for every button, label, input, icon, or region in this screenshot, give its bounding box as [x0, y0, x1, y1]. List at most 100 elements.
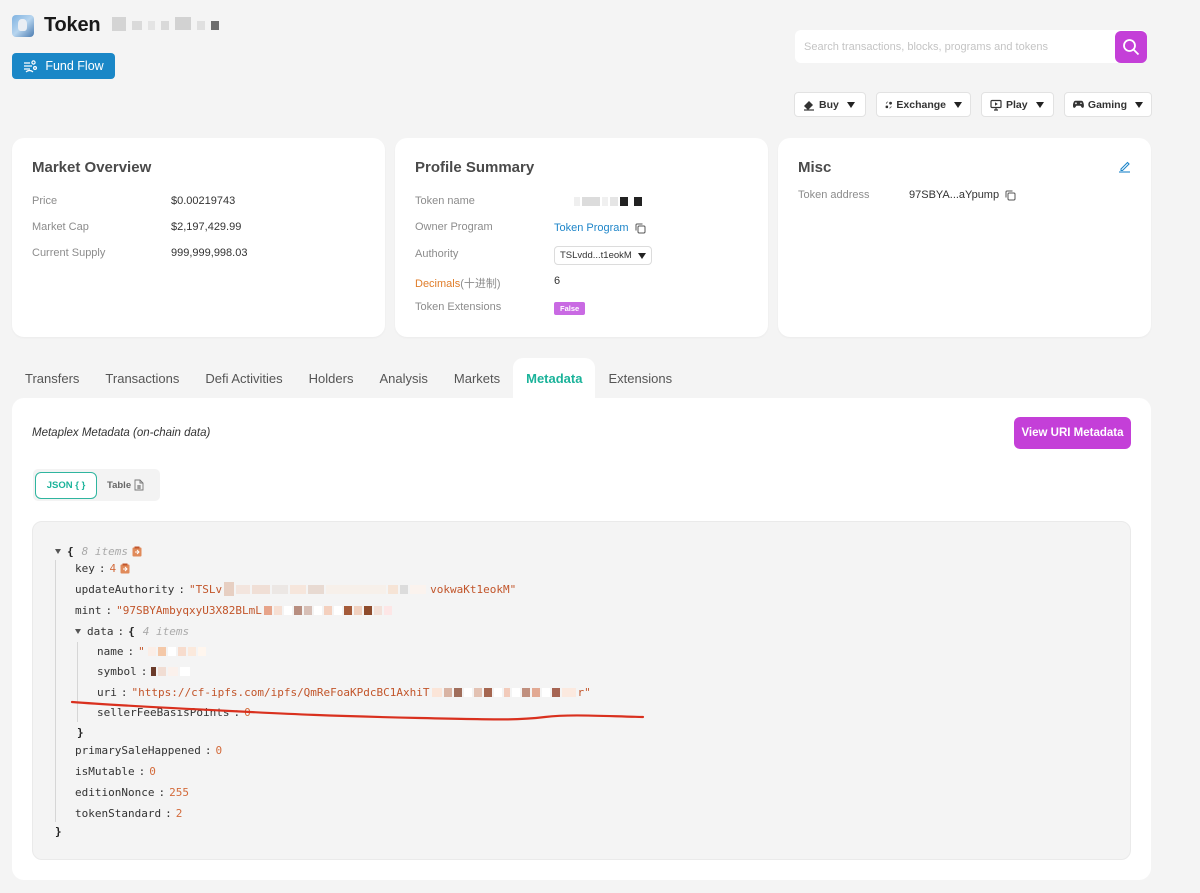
- json-value-suffix: vokwaKt1eokM": [430, 582, 517, 596]
- play-menu[interactable]: Play: [981, 92, 1054, 117]
- token-extensions-value: False: [554, 302, 586, 315]
- json-value: "97SBYAmbyqxyU3X82BLmL: [116, 603, 262, 617]
- gaming-menu[interactable]: Gaming: [1064, 92, 1152, 117]
- table-view-button[interactable]: Table: [107, 479, 144, 491]
- token-extensions-row: Token Extensions False: [415, 301, 586, 315]
- decimals-label-text: Decimals: [415, 278, 461, 290]
- chevron-down-icon: [954, 101, 962, 108]
- tab-defi-activities[interactable]: Defi Activities: [192, 358, 295, 398]
- json-symbol-line: symbol:: [97, 663, 192, 679]
- json-key-line: key: 4: [75, 560, 130, 576]
- market-cap-label: Market Cap: [32, 221, 89, 233]
- false-badge: False: [554, 302, 586, 315]
- authority-value: TSLvdd...t1eokM: [554, 246, 652, 265]
- exchange-icon: [885, 101, 892, 108]
- chevron-down-icon: [1035, 101, 1044, 108]
- owner-program-row: Owner Program Token Program: [415, 221, 646, 234]
- tab-transfers[interactable]: Transfers: [12, 358, 92, 398]
- json-uri-line: uri: "https://cf-ipfs.com/ipfs/QmReFoaKP…: [97, 685, 591, 699]
- decimals-suffix: (十进制): [460, 278, 501, 290]
- profile-summary-title: Profile Summary: [415, 159, 535, 176]
- json-is-mutable-line: isMutable: 0: [75, 764, 156, 778]
- json-key: sellerFeeBasisPoints: [97, 705, 230, 719]
- collapse-toggle-icon[interactable]: [75, 628, 81, 634]
- json-key: symbol: [97, 664, 137, 678]
- json-key: uri: [97, 685, 117, 699]
- search-icon: [1123, 38, 1140, 55]
- copy-icon[interactable]: [635, 223, 646, 234]
- json-open-brace: {: [67, 544, 74, 558]
- token-address-row: Token address 97SBYA...aYpump: [798, 189, 1016, 201]
- tab-bar: Transfers Transactions Defi Activities H…: [12, 358, 685, 398]
- json-open-brace: {: [128, 624, 135, 638]
- decimals-value: 6: [554, 275, 561, 287]
- json-guide-root: [55, 560, 56, 822]
- json-data-close: }: [77, 725, 84, 739]
- json-value: 0: [215, 743, 223, 757]
- json-root-close: }: [55, 824, 62, 838]
- fund-flow-button[interactable]: Fund Flow: [12, 53, 115, 79]
- json-data-line: data: { 4 items: [75, 623, 189, 639]
- search-input[interactable]: [795, 30, 1115, 63]
- tab-transactions[interactable]: Transactions: [92, 358, 192, 398]
- decimals-label: Decimals(十进制): [415, 275, 501, 291]
- market-cap-row: Market Cap $2,197,429.99: [32, 221, 241, 233]
- current-supply-value: 999,999,998.03: [171, 247, 248, 259]
- tab-markets[interactable]: Markets: [441, 358, 513, 398]
- search-bar: [795, 30, 1147, 63]
- tab-extensions[interactable]: Extensions: [595, 358, 685, 398]
- chevron-down-icon: [1135, 101, 1143, 108]
- json-key: tokenStandard: [75, 806, 162, 820]
- market-overview-title: Market Overview: [32, 159, 152, 176]
- redacted-segment: [224, 582, 428, 596]
- market-cap-value: $2,197,429.99: [171, 221, 242, 233]
- redacted-segment: [147, 646, 208, 656]
- table-file-icon: [134, 479, 144, 491]
- authority-dropdown[interactable]: TSLvdd...t1eokM: [554, 246, 652, 265]
- owner-program-link[interactable]: Token Program: [554, 222, 629, 234]
- gaming-menu-label: Gaming: [1087, 98, 1127, 111]
- authority-address: TSLvdd...t1eokM: [560, 250, 632, 261]
- exchange-menu-label: Exchange: [896, 98, 946, 111]
- price-label: Price: [32, 195, 58, 207]
- redacted-segment: [431, 687, 578, 697]
- profile-summary-card: Profile Summary Token name Owner Program…: [395, 138, 768, 337]
- price-value: $0.00219743: [171, 195, 236, 207]
- buy-menu[interactable]: Buy: [794, 92, 866, 117]
- json-value: ": [138, 644, 145, 658]
- json-uri-suffix: r": [577, 685, 591, 699]
- json-value: 2: [175, 806, 183, 820]
- collapse-toggle-icon[interactable]: [55, 548, 61, 554]
- token-extensions-label: Token Extensions: [415, 301, 502, 313]
- json-data-count: 4 items: [142, 624, 190, 638]
- copy-icon[interactable]: [1005, 190, 1016, 201]
- json-token-standard-line: tokenStandard: 2: [75, 806, 183, 820]
- json-guide-data: [77, 642, 78, 722]
- exchange-menu[interactable]: Exchange: [876, 92, 971, 117]
- json-value: 0: [149, 764, 156, 778]
- market-overview-card: Market Overview Price $0.00219743 Market…: [12, 138, 385, 337]
- gamepad-icon: [1073, 100, 1084, 108]
- search-button[interactable]: [1115, 30, 1147, 63]
- clipboard-icon[interactable]: [120, 563, 130, 574]
- redacted-segment: [151, 666, 192, 676]
- json-primary-sale-line: primarySaleHappened: 0: [75, 743, 223, 757]
- json-key: isMutable: [75, 764, 135, 778]
- table-view-label: Table: [107, 479, 132, 491]
- authority-row: Authority TSLvdd...t1eokM: [415, 246, 652, 265]
- json-root-count: 8 items: [81, 544, 128, 558]
- json-value: 4: [109, 561, 117, 575]
- json-viewer: { 8 items key: 4 updateAuthority: "TSLv …: [32, 521, 1131, 860]
- tab-analysis[interactable]: Analysis: [366, 358, 440, 398]
- view-uri-metadata-button[interactable]: View URI Metadata: [1014, 417, 1131, 449]
- tab-metadata[interactable]: Metadata: [513, 358, 596, 398]
- token-address-label: Token address: [798, 189, 870, 201]
- metadata-panel: Metaplex Metadata (on-chain data) View U…: [12, 398, 1151, 880]
- clipboard-icon[interactable]: [132, 546, 142, 557]
- tab-holders[interactable]: Holders: [296, 358, 367, 398]
- json-view-button[interactable]: JSON { }: [35, 471, 97, 499]
- edit-icon[interactable]: [1118, 160, 1131, 173]
- json-name-line: name: ": [97, 643, 208, 659]
- json-key: key: [75, 561, 95, 575]
- json-root-line: { 8 items: [55, 543, 142, 559]
